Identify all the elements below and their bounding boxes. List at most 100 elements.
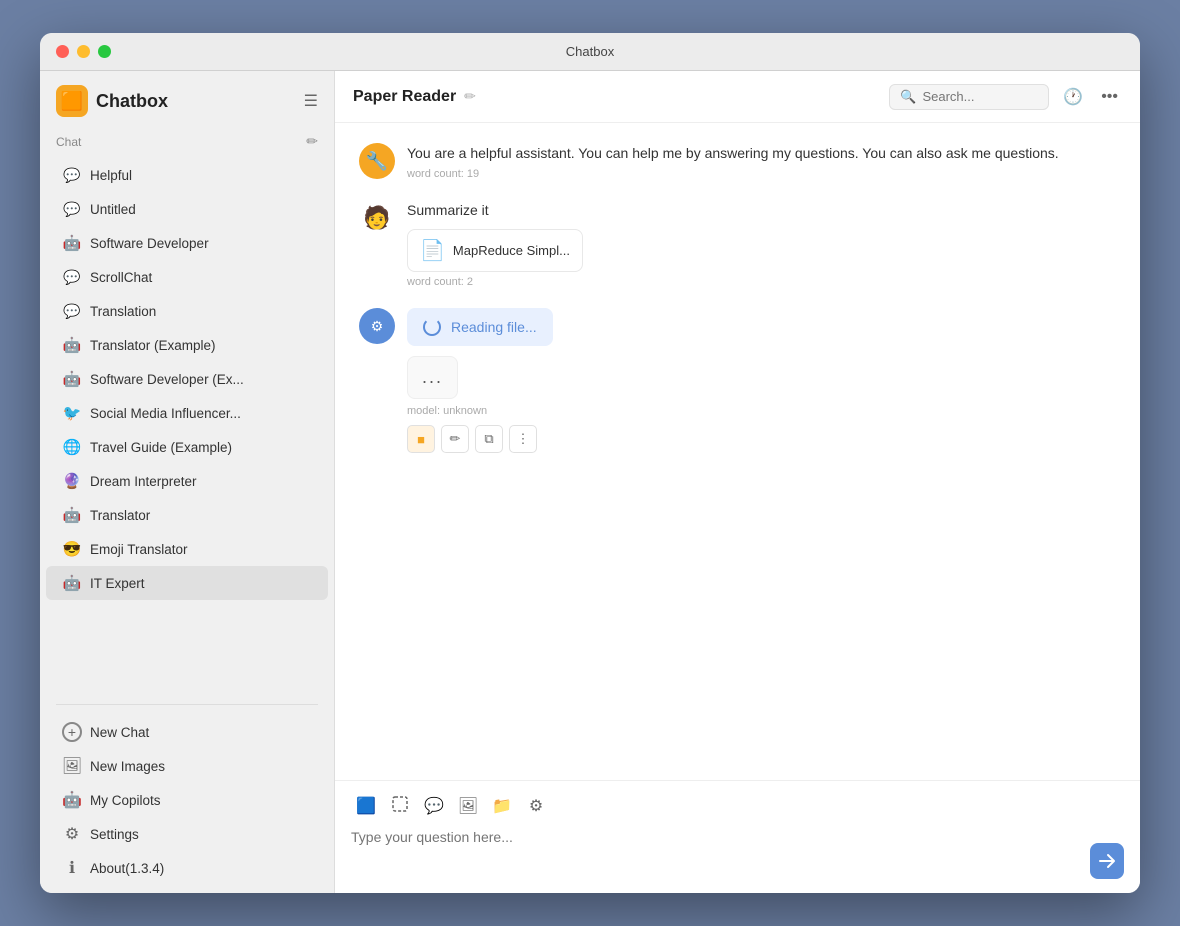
sidebar-logo: 🟧 Chatbox: [56, 85, 168, 117]
sidebar-header: 🟧 Chatbox ☰: [40, 71, 334, 127]
more-button[interactable]: ⋮: [509, 425, 537, 453]
window-title: Chatbox: [566, 44, 614, 59]
main-content: Paper Reader ✏ 🔍 🕐 ••• 🔧: [335, 71, 1140, 893]
sidebar-item-scrollchat[interactable]: 💬 ScrollChat: [46, 260, 328, 294]
user-message-text: Summarize it: [407, 200, 1116, 221]
user-avatar: 🧑: [359, 200, 395, 236]
file-attachment: 📄 MapReduce Simpl...: [407, 229, 583, 272]
new-chat-icon[interactable]: ✏: [306, 133, 318, 150]
app-logo-icon: 🟧: [56, 85, 88, 117]
sidebar-item-label: About(1.3.4): [90, 861, 164, 876]
edit-title-icon[interactable]: ✏: [464, 88, 476, 105]
sidebar-item-label: Untitled: [90, 202, 136, 217]
sidebar-item-untitled[interactable]: 💬 Untitled: [46, 192, 328, 226]
user-message-content: Summarize it 📄 MapReduce Simpl... word c…: [407, 200, 1116, 288]
sidebar-item-about[interactable]: ℹ About(1.3.4): [46, 851, 328, 885]
sidebar-item-it-expert[interactable]: 🤖 IT Expert: [46, 566, 328, 600]
sidebar-item-label: New Images: [90, 759, 165, 774]
persona-icon: 🌐: [62, 437, 82, 457]
reading-label: Reading file...: [451, 319, 537, 335]
stop-button[interactable]: ■: [407, 425, 435, 453]
app-body: 🟧 Chatbox ☰ Chat ✏ 💬 Helpful 💬 Untitled: [40, 71, 1140, 893]
sidebar-item-label: Social Media Influencer...: [90, 406, 241, 421]
edit-button[interactable]: ✏: [441, 425, 469, 453]
sidebar-item-label: Emoji Translator: [90, 542, 188, 557]
image-toolbar-btn[interactable]: 🖼: [453, 791, 483, 821]
sidebar-item-software-developer[interactable]: 🤖 Software Developer: [46, 226, 328, 260]
chat-icon: 💬: [424, 796, 444, 816]
sidebar-item-label: Translator: [90, 508, 150, 523]
sidebar-item-label: Translator (Example): [90, 338, 216, 353]
system-message-text: You are a helpful assistant. You can hel…: [407, 143, 1116, 164]
sidebar-item-my-copilots[interactable]: 🤖 My Copilots: [46, 783, 328, 817]
sidebar-item-translator-example[interactable]: 🤖 Translator (Example): [46, 328, 328, 362]
system-word-count: word count: 19: [407, 168, 1116, 180]
sidebar-item-label: Software Developer (Ex...: [90, 372, 244, 387]
chat-bubble-icon: 💬: [62, 199, 82, 219]
close-button[interactable]: [56, 45, 69, 58]
persona-icon: 🤖: [62, 335, 82, 355]
title-bar: Chatbox: [40, 33, 1140, 71]
sidebar-item-settings[interactable]: ⚙ Settings: [46, 817, 328, 851]
search-box[interactable]: 🔍: [889, 84, 1049, 110]
folder-icon: 📁: [492, 796, 512, 816]
sidebar-item-label: Travel Guide (Example): [90, 440, 232, 455]
select-toolbar-btn[interactable]: [385, 791, 415, 821]
settings-icon: ⚙: [529, 796, 543, 816]
copy-button[interactable]: ⧉: [475, 425, 503, 453]
sidebar-item-translator[interactable]: 🤖 Translator: [46, 498, 328, 532]
search-input[interactable]: [922, 89, 1038, 104]
settings-toolbar-btn[interactable]: ⚙: [521, 791, 551, 821]
sidebar-item-software-developer-ex[interactable]: 🤖 Software Developer (Ex...: [46, 362, 328, 396]
sidebar-item-label: New Chat: [90, 725, 149, 740]
pencil-icon: ✏: [450, 431, 461, 447]
history-icon[interactable]: 🕐: [1059, 83, 1087, 111]
sidebar-item-social-media[interactable]: 🐦 Social Media Influencer...: [46, 396, 328, 430]
sidebar-item-label: Helpful: [90, 168, 132, 183]
sidebar-divider: [56, 704, 318, 705]
sidebar-item-label: Software Developer: [90, 236, 209, 251]
stop-icon: ■: [417, 432, 425, 447]
maximize-button[interactable]: [98, 45, 111, 58]
folder-toolbar-btn[interactable]: 📁: [487, 791, 517, 821]
system-avatar: 🔧: [359, 143, 395, 179]
sidebar-item-travel-guide[interactable]: 🌐 Travel Guide (Example): [46, 430, 328, 464]
reading-indicator: Reading file...: [407, 308, 553, 346]
app-name: Chatbox: [96, 91, 168, 112]
sidebar-item-new-chat[interactable]: + New Chat: [46, 715, 328, 749]
sidebar-menu-icon[interactable]: ☰: [304, 91, 318, 111]
sidebar-item-translation[interactable]: 💬 Translation: [46, 294, 328, 328]
sidebar: 🟧 Chatbox ☰ Chat ✏ 💬 Helpful 💬 Untitled: [40, 71, 335, 893]
chat-header-actions: 🔍 🕐 •••: [889, 83, 1122, 111]
chat-toolbar-btn[interactable]: 💬: [419, 791, 449, 821]
more-options-icon[interactable]: •••: [1097, 84, 1122, 110]
copilot-icon: 🤖: [62, 790, 82, 810]
copilot-toolbar-btn[interactable]: 🟦: [351, 791, 381, 821]
sidebar-item-emoji-translator[interactable]: 😎 Emoji Translator: [46, 532, 328, 566]
loading-spinner: [423, 318, 441, 336]
pdf-icon: 📄: [420, 238, 445, 263]
search-icon: 🔍: [900, 89, 916, 105]
send-button[interactable]: [1090, 843, 1124, 879]
system-message-content: You are a helpful assistant. You can hel…: [407, 143, 1116, 180]
chat-header: Paper Reader ✏ 🔍 🕐 •••: [335, 71, 1140, 123]
sidebar-item-label: Translation: [90, 304, 156, 319]
settings-icon: ⚙: [62, 824, 82, 844]
ai-message-content: Reading file... ... model: unknown ■: [407, 308, 1116, 453]
input-area: 🟦 💬 🖼: [335, 780, 1140, 893]
sidebar-item-dream-interpreter[interactable]: 🔮 Dream Interpreter: [46, 464, 328, 498]
persona-icon: 🔮: [62, 471, 82, 491]
sidebar-item-label: Dream Interpreter: [90, 474, 197, 489]
minimize-button[interactable]: [77, 45, 90, 58]
plus-icon: +: [62, 722, 82, 742]
message-input[interactable]: [351, 829, 1090, 879]
ai-response-container: ... model: unknown ■ ✏: [407, 356, 1116, 453]
sidebar-item-new-images[interactable]: 🖼 New Images: [46, 749, 328, 783]
input-row: [351, 829, 1124, 879]
sidebar-item-helpful[interactable]: 💬 Helpful: [46, 158, 328, 192]
file-name: MapReduce Simpl...: [453, 243, 570, 258]
chat-section-label: Chat: [56, 135, 81, 149]
chat-messages: 🔧 You are a helpful assistant. You can h…: [335, 123, 1140, 780]
ai-response-block: ...: [407, 356, 458, 399]
chat-title-area: Paper Reader ✏: [353, 88, 476, 106]
